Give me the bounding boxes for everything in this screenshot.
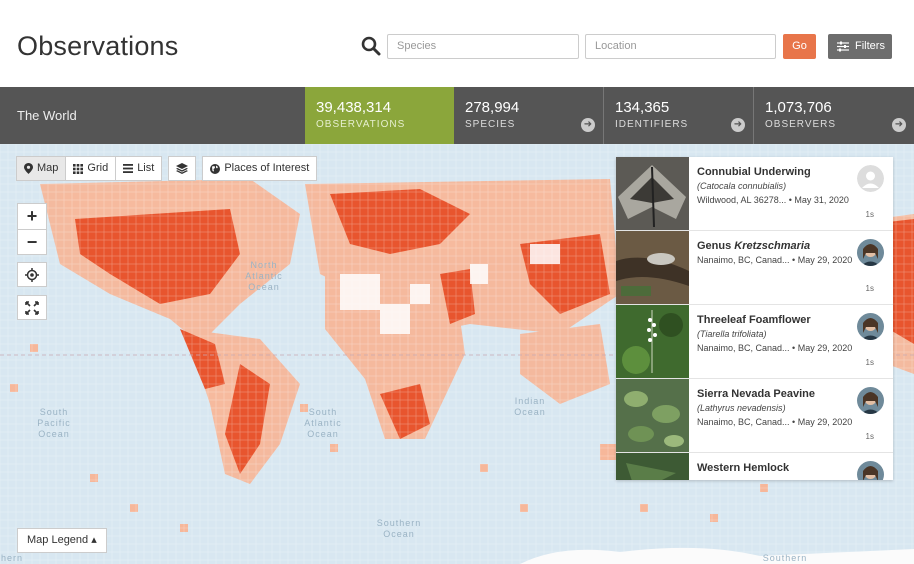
filters-button[interactable]: Filters bbox=[828, 34, 892, 59]
map-pin-icon bbox=[24, 163, 33, 174]
places-of-interest-label: Places of Interest bbox=[224, 162, 310, 174]
observation-common-name[interactable]: Connubial Underwing bbox=[697, 166, 811, 178]
observation-meta: Nanaimo, BC, Canad... • May 29, 2020 bbox=[697, 255, 853, 265]
observation-common-name[interactable]: Genus Kretzschmaria bbox=[697, 240, 810, 252]
crosshair-icon bbox=[25, 267, 39, 282]
avatar[interactable] bbox=[857, 461, 884, 480]
stat-identifiers[interactable]: 134,365 IDENTIFIERS ➜ bbox=[603, 87, 753, 144]
map-view-toolbar: Map Grid List Places of Interest bbox=[16, 156, 318, 181]
stat-value: 1,073,706 bbox=[765, 99, 832, 116]
observation-card[interactable]: Genus Kretzschmaria Nanaimo, BC, Canad..… bbox=[616, 231, 893, 305]
ocean-label: Southern Ocean bbox=[376, 518, 422, 539]
observation-age: 1s bbox=[865, 358, 874, 367]
stats-bar: The World 39,438,314 OBSERVATIONS 278,99… bbox=[0, 87, 914, 144]
stat-label: SPECIES bbox=[465, 119, 516, 130]
arrow-right-icon: ➜ bbox=[892, 118, 906, 132]
stat-species[interactable]: 278,994 SPECIES ➜ bbox=[454, 87, 603, 144]
observation-age: 1s bbox=[865, 284, 874, 293]
ocean-label: South Pacific Ocean bbox=[37, 407, 71, 439]
list-view-label: List bbox=[137, 162, 155, 174]
observation-meta: Nanaimo, BC, Canad... • May 29, 2020 bbox=[697, 343, 853, 353]
globe-icon bbox=[210, 163, 221, 174]
zoom-out-button[interactable]: − bbox=[18, 229, 46, 254]
observation-scientific-name: (Tiarella trifoliata) bbox=[697, 329, 767, 339]
observation-photo[interactable] bbox=[616, 453, 689, 480]
list-view-button[interactable]: List bbox=[115, 156, 163, 181]
list-icon bbox=[123, 164, 134, 173]
observation-card[interactable]: Connubial Underwing (Catocala connubiali… bbox=[616, 157, 893, 231]
avatar[interactable] bbox=[857, 239, 884, 266]
fullscreen-button[interactable] bbox=[17, 295, 47, 320]
location-input[interactable]: Location bbox=[585, 34, 776, 59]
arrow-right-icon: ➜ bbox=[731, 118, 745, 132]
search-icon bbox=[361, 36, 381, 56]
ocean-label: hern bbox=[0, 553, 23, 563]
observation-map[interactable]: North Atlantic Ocean South Pacific Ocean… bbox=[0, 144, 914, 564]
peavine-photo bbox=[616, 379, 689, 452]
page-title: Observations bbox=[17, 31, 179, 61]
grid-icon bbox=[73, 163, 84, 174]
ocean-label: South Atlantic Ocean bbox=[304, 407, 342, 439]
place-name: The World bbox=[17, 108, 77, 123]
map-view-button[interactable]: Map bbox=[16, 156, 67, 181]
flower-photo bbox=[616, 305, 689, 378]
observation-card[interactable]: Western Hemlock bbox=[616, 453, 893, 480]
fullscreen-icon bbox=[25, 300, 39, 315]
stat-label: OBSERVATIONS bbox=[316, 119, 406, 130]
grid-view-label: Grid bbox=[87, 162, 109, 174]
observation-card[interactable]: Threeleaf Foamflower (Tiarella trifoliat… bbox=[616, 305, 893, 379]
sliders-icon bbox=[837, 41, 849, 52]
arrow-right-icon: ➜ bbox=[581, 118, 595, 132]
observation-common-name[interactable]: Threeleaf Foamflower bbox=[697, 314, 811, 326]
stat-label: IDENTIFIERS bbox=[615, 119, 689, 130]
header: Observations Species Location Go Filters bbox=[0, 0, 914, 87]
observation-common-name[interactable]: Sierra Nevada Peavine bbox=[697, 388, 815, 400]
stat-label: OBSERVERS bbox=[765, 119, 837, 130]
stat-observations[interactable]: 39,438,314 OBSERVATIONS bbox=[305, 87, 454, 144]
avatar[interactable] bbox=[857, 165, 884, 192]
map-view-label: Map bbox=[37, 162, 59, 174]
ocean-label: Southern bbox=[762, 553, 808, 563]
hemlock-photo bbox=[616, 453, 689, 480]
stat-value: 278,994 bbox=[465, 99, 520, 116]
zoom-control: + − bbox=[17, 203, 47, 255]
observation-meta: Nanaimo, BC, Canad... • May 29, 2020 bbox=[697, 417, 853, 427]
observation-meta: Wildwood, AL 36278... • May 31, 2020 bbox=[697, 195, 849, 205]
locate-me-button[interactable] bbox=[17, 262, 47, 287]
observation-age: 1s bbox=[865, 210, 874, 219]
go-button[interactable]: Go bbox=[783, 34, 816, 59]
observation-photo[interactable] bbox=[616, 379, 689, 452]
observation-scientific-name: (Lathyrus nevadensis) bbox=[697, 403, 786, 413]
observation-photo[interactable] bbox=[616, 157, 689, 230]
recent-observations-panel: Connubial Underwing (Catocala connubiali… bbox=[616, 157, 893, 480]
observation-photo[interactable] bbox=[616, 231, 689, 304]
layers-icon bbox=[176, 163, 189, 174]
stat-value: 39,438,314 bbox=[316, 99, 392, 116]
moth-photo bbox=[616, 157, 689, 230]
ocean-label: North Atlantic Ocean bbox=[245, 260, 283, 292]
avatar[interactable] bbox=[857, 387, 884, 414]
map-legend-button[interactable]: Map Legend ▴ bbox=[17, 528, 107, 553]
observation-photo[interactable] bbox=[616, 305, 689, 378]
grid-view-button[interactable]: Grid bbox=[65, 156, 117, 181]
places-of-interest-button[interactable]: Places of Interest bbox=[202, 156, 318, 181]
fungus-photo bbox=[616, 231, 689, 304]
stat-value: 134,365 bbox=[615, 99, 670, 116]
observation-age: 1s bbox=[865, 432, 874, 441]
observation-card[interactable]: Sierra Nevada Peavine (Lathyrus nevadens… bbox=[616, 379, 893, 453]
species-input[interactable]: Species bbox=[387, 34, 579, 59]
observation-scientific-name: (Catocala connubialis) bbox=[697, 181, 787, 191]
zoom-in-button[interactable]: + bbox=[18, 204, 46, 229]
avatar[interactable] bbox=[857, 313, 884, 340]
ocean-label: Indian Ocean bbox=[514, 396, 546, 417]
stat-observers[interactable]: 1,073,706 OBSERVERS ➜ bbox=[753, 87, 914, 144]
filters-label: Filters bbox=[855, 40, 885, 52]
layers-button[interactable] bbox=[168, 156, 197, 181]
observation-common-name[interactable]: Western Hemlock bbox=[697, 462, 789, 474]
